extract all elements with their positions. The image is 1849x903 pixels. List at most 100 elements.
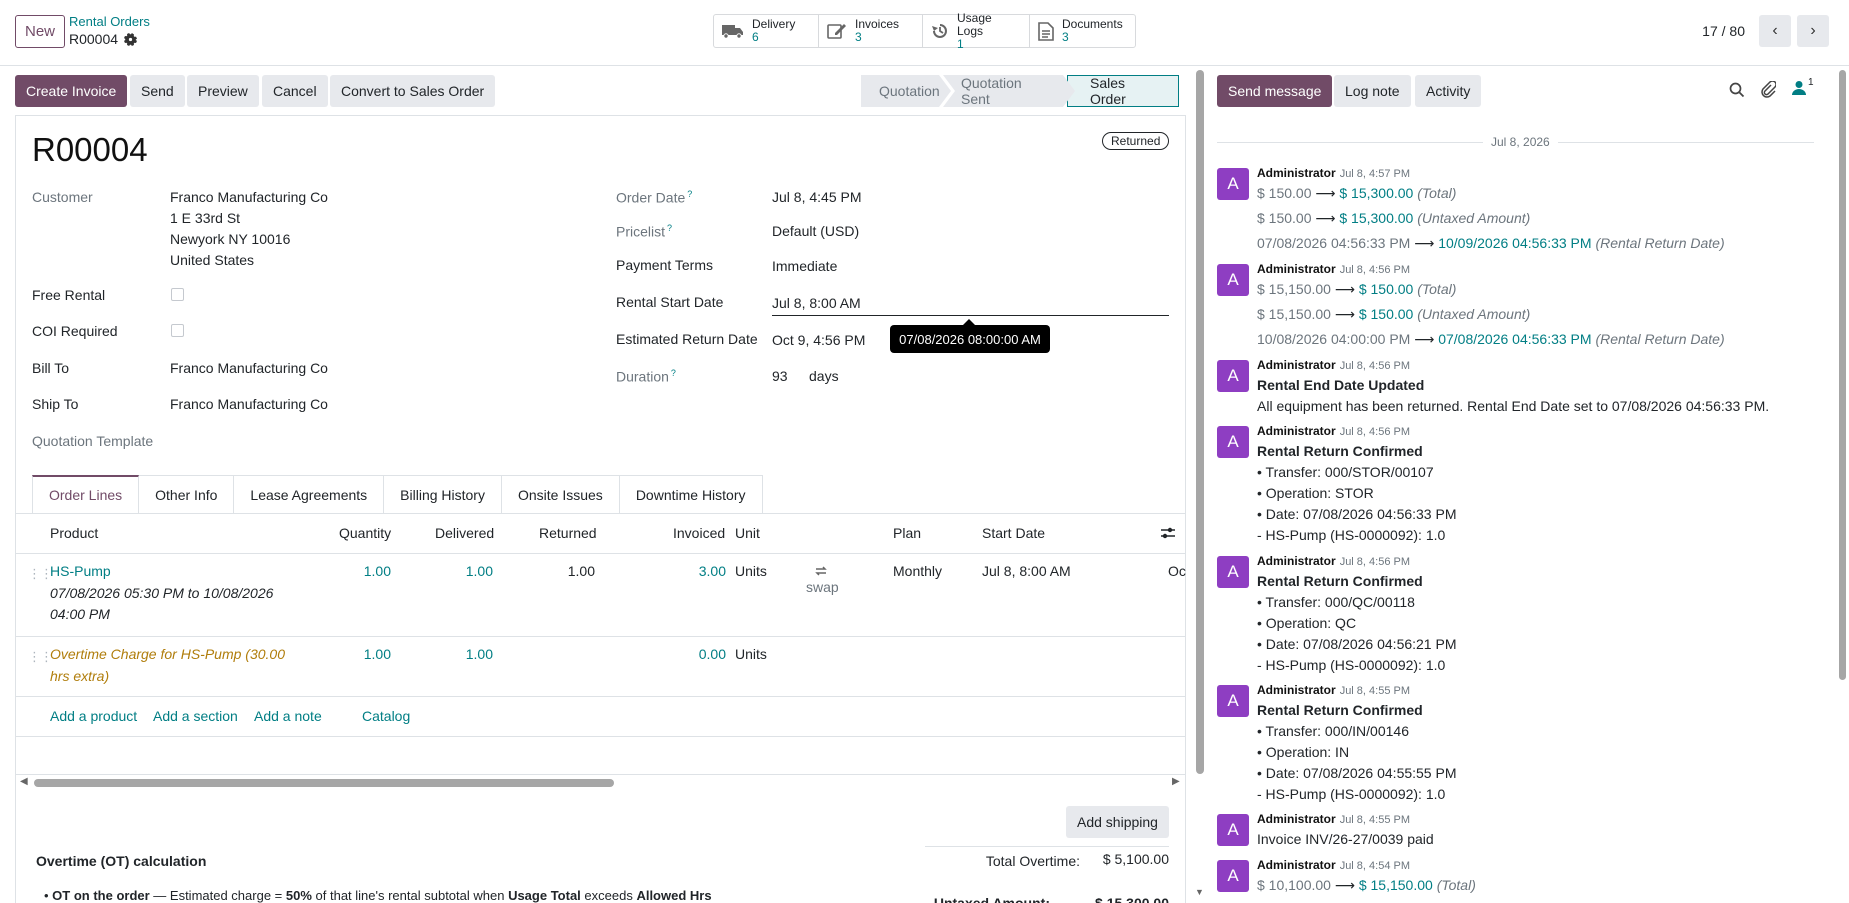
- column-header-quantity[interactable]: Quantity: [339, 525, 391, 541]
- delivered-cell[interactable]: 1.00: [430, 646, 493, 662]
- column-header-product[interactable]: Product: [50, 525, 98, 541]
- smart-button-documents[interactable]: Documents 3: [1030, 15, 1135, 47]
- pager-next-button[interactable]: ›: [1797, 15, 1829, 47]
- unit-cell[interactable]: Units: [735, 563, 767, 579]
- send-button[interactable]: Send: [130, 75, 185, 107]
- avatar[interactable]: A: [1217, 685, 1249, 717]
- pricelist-field[interactable]: Default (USD): [772, 223, 859, 239]
- author-name[interactable]: Administrator: [1257, 858, 1336, 872]
- smart-button-usage-logs[interactable]: Usage Logs 1: [923, 11, 1030, 50]
- create-invoice-button[interactable]: Create Invoice: [15, 75, 128, 107]
- preview-button[interactable]: Preview: [187, 75, 259, 107]
- column-header-delivered[interactable]: Delivered: [435, 525, 494, 541]
- rental-start-date-field[interactable]: Jul 8, 8:00 AM: [772, 295, 861, 311]
- stage-quotation[interactable]: Quotation: [861, 75, 951, 107]
- coi-required-checkbox[interactable]: [171, 324, 184, 337]
- quantity-cell[interactable]: 1.00: [330, 646, 391, 662]
- gear-icon[interactable]: [124, 32, 138, 46]
- estimated-return-date-field[interactable]: Oct 9, 4:56 PM: [772, 332, 865, 348]
- smart-button-invoices[interactable]: Invoices 3: [819, 15, 923, 47]
- search-icon[interactable]: [1729, 82, 1745, 98]
- start-date-cell[interactable]: Jul 8, 8:00 AM: [982, 563, 1071, 579]
- bill-to-field[interactable]: Franco Manufacturing Co: [170, 360, 328, 376]
- avatar[interactable]: A: [1217, 360, 1249, 392]
- column-header-invoiced[interactable]: Invoiced: [673, 525, 725, 541]
- author-name[interactable]: Administrator: [1257, 683, 1336, 697]
- form-vertical-scrollbar[interactable]: [1196, 70, 1204, 774]
- tab-lease-agreements[interactable]: Lease Agreements: [234, 475, 385, 514]
- column-header-start-date[interactable]: Start Date: [982, 525, 1045, 541]
- unit-cell[interactable]: Units: [735, 646, 767, 662]
- scroll-down-icon[interactable]: ▼: [1195, 887, 1204, 897]
- author-name[interactable]: Administrator: [1257, 262, 1336, 276]
- returned-cell[interactable]: 1.00: [530, 563, 595, 579]
- duration-value-field[interactable]: 93: [772, 368, 788, 384]
- pager-previous-button[interactable]: ‹: [1759, 15, 1791, 47]
- invoiced-cell[interactable]: 3.00: [660, 563, 726, 579]
- end-date-cell[interactable]: Oc: [1168, 563, 1186, 579]
- smart-button-delivery[interactable]: Delivery 6: [714, 15, 819, 47]
- swap-icon[interactable]: [814, 565, 828, 577]
- avatar[interactable]: A: [1217, 426, 1249, 458]
- quantity-cell[interactable]: 1.00: [330, 563, 391, 579]
- chatter-vertical-scrollbar[interactable]: [1839, 70, 1846, 680]
- drag-handle-icon[interactable]: ⋮⋮: [28, 649, 53, 665]
- avatar[interactable]: A: [1217, 168, 1249, 200]
- swap-button-label[interactable]: swap: [806, 579, 839, 595]
- invoiced-cell[interactable]: 0.00: [660, 646, 726, 662]
- product-link[interactable]: HS-Pump: [50, 563, 111, 579]
- avatar[interactable]: A: [1217, 556, 1249, 588]
- plan-cell[interactable]: Monthly: [893, 563, 942, 579]
- customer-field[interactable]: Franco Manufacturing Co: [170, 189, 328, 205]
- horizontal-scrollbar-thumb[interactable]: [34, 779, 614, 787]
- catalog-link[interactable]: Catalog: [362, 708, 410, 724]
- add-product-link[interactable]: Add a product: [50, 708, 137, 724]
- rental-start-date-label: Rental Start Date: [616, 294, 724, 310]
- stage-sales-order[interactable]: Sales Order: [1067, 75, 1179, 107]
- order-date-field[interactable]: Jul 8, 4:45 PM: [772, 189, 862, 205]
- new-button[interactable]: New: [15, 15, 65, 48]
- column-header-plan[interactable]: Plan: [893, 525, 921, 541]
- author-name[interactable]: Administrator: [1257, 358, 1336, 372]
- ship-to-field[interactable]: Franco Manufacturing Co: [170, 396, 328, 412]
- tab-billing-history[interactable]: Billing History: [384, 475, 502, 514]
- send-message-button[interactable]: Send message: [1217, 75, 1333, 107]
- followers-button[interactable]: 1: [1792, 77, 1814, 95]
- help-icon[interactable]: ?: [671, 368, 676, 378]
- cancel-button[interactable]: Cancel: [262, 75, 328, 107]
- add-section-link[interactable]: Add a section: [153, 708, 238, 724]
- product-description[interactable]: Overtime Charge for HS-Pump (30.00: [50, 646, 285, 662]
- convert-to-sales-order-button[interactable]: Convert to Sales Order: [330, 75, 496, 107]
- help-icon[interactable]: ?: [687, 189, 692, 199]
- tab-onsite-issues[interactable]: Onsite Issues: [501, 475, 620, 514]
- drag-handle-icon[interactable]: ⋮⋮: [28, 566, 53, 582]
- author-name[interactable]: Administrator: [1257, 812, 1336, 826]
- tab-order-lines[interactable]: Order Lines: [32, 475, 140, 514]
- author-name[interactable]: Administrator: [1257, 424, 1336, 438]
- add-note-link[interactable]: Add a note: [254, 708, 322, 724]
- product-description[interactable]: hrs extra): [50, 668, 109, 684]
- pager-value[interactable]: 17 / 80: [1702, 23, 1745, 39]
- scroll-left-icon[interactable]: ◀: [20, 776, 28, 787]
- stage-quotation-sent[interactable]: Quotation Sent: [943, 75, 1075, 107]
- activity-button[interactable]: Activity: [1415, 75, 1482, 107]
- author-name[interactable]: Administrator: [1257, 554, 1336, 568]
- breadcrumb-parent[interactable]: Rental Orders: [69, 14, 150, 29]
- optional-columns-icon[interactable]: [1160, 526, 1176, 540]
- column-header-unit[interactable]: Unit: [735, 525, 760, 541]
- free-rental-checkbox[interactable]: [171, 288, 184, 301]
- avatar[interactable]: A: [1217, 814, 1249, 846]
- payment-terms-field[interactable]: Immediate: [772, 258, 837, 274]
- avatar[interactable]: A: [1217, 860, 1249, 892]
- tab-other-info[interactable]: Other Info: [139, 475, 235, 514]
- log-note-button[interactable]: Log note: [1334, 75, 1411, 107]
- add-shipping-button[interactable]: Add shipping: [1066, 806, 1169, 838]
- help-icon[interactable]: ?: [667, 223, 672, 233]
- column-header-returned[interactable]: Returned: [539, 525, 597, 541]
- delivered-cell[interactable]: 1.00: [430, 563, 493, 579]
- avatar[interactable]: A: [1217, 264, 1249, 296]
- author-name[interactable]: Administrator: [1257, 166, 1336, 180]
- tab-downtime-history[interactable]: Downtime History: [619, 475, 763, 514]
- paperclip-icon[interactable]: [1760, 81, 1776, 98]
- scroll-right-icon[interactable]: ▶: [1172, 776, 1180, 787]
